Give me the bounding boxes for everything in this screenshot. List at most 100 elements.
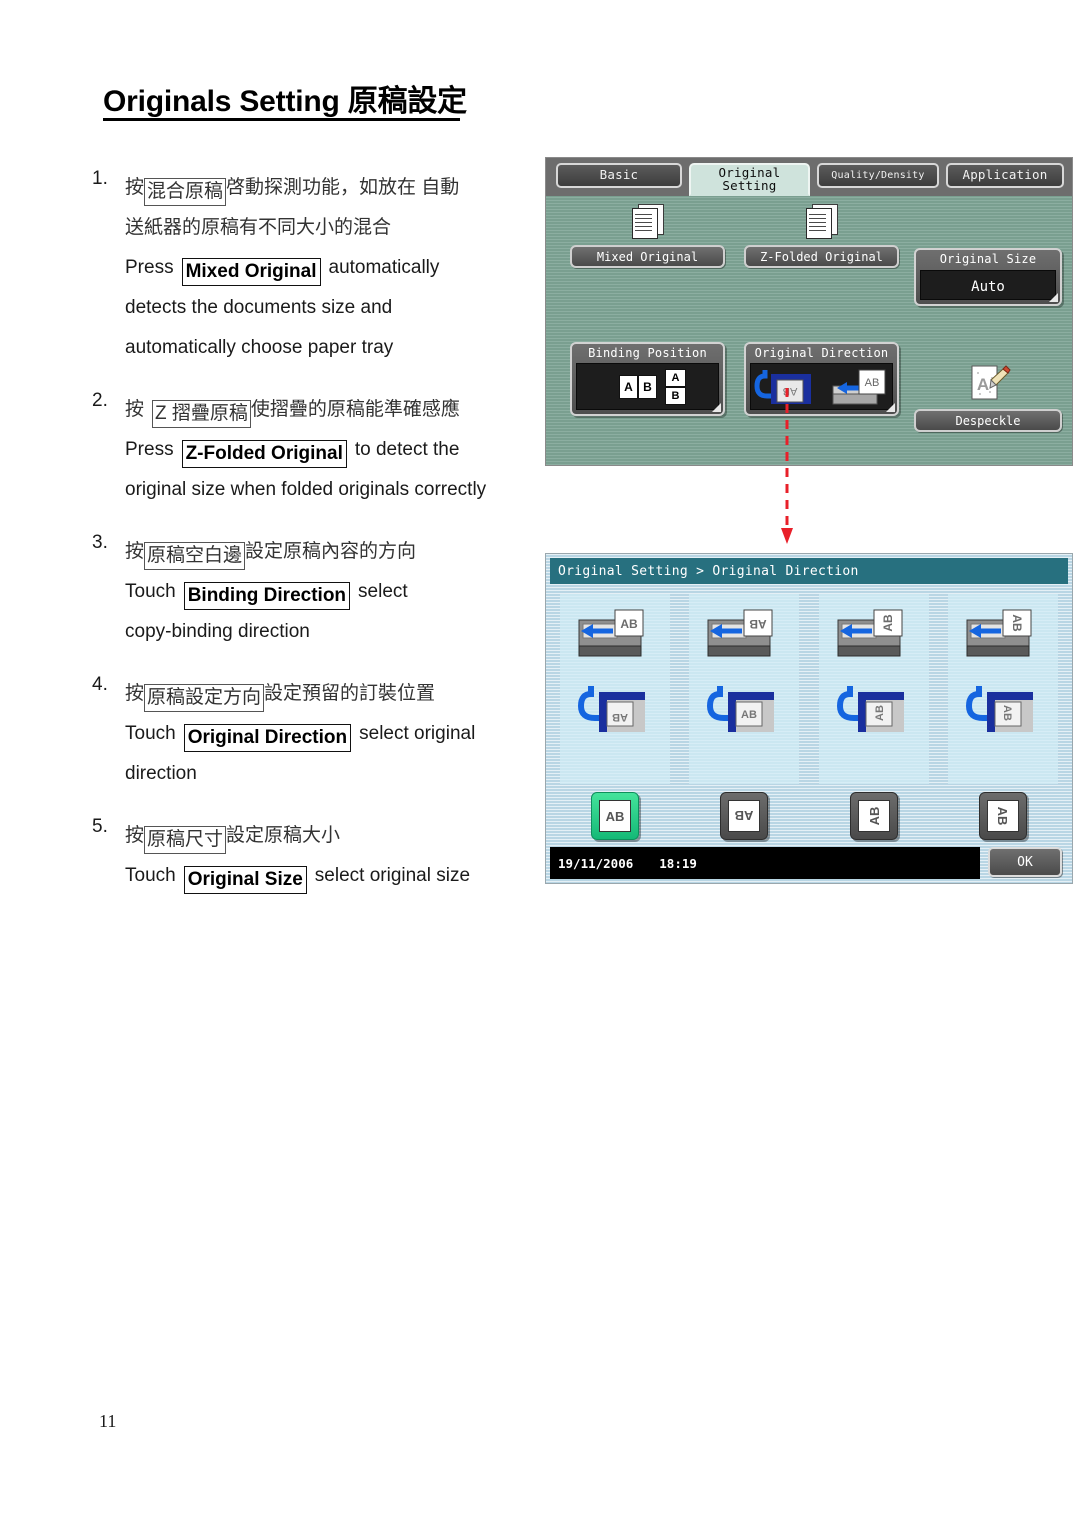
step-4: 4. 按原稿設定方向 設定預留的訂裝位置 Touch Original Direct…: [92, 674, 562, 794]
tab-basic[interactable]: Basic: [556, 163, 682, 188]
step-4-chinese-line-1: 按原稿設定方向 設定預留的訂裝位置: [125, 674, 562, 714]
step-3-en-suffix: select: [358, 581, 408, 602]
step-2-en-suffix: to detect the: [354, 439, 460, 460]
step-2-english-line-2: original size when folded originals corr…: [125, 479, 487, 500]
step-2-cn-button-name: Z 摺疊原稿: [152, 400, 251, 428]
status-time: 18:19: [659, 855, 697, 871]
corner-fold-icon: [1049, 293, 1058, 302]
direction-select-cell-1: AB: [560, 792, 670, 846]
platen-icon-4: AB: [965, 686, 1033, 732]
status-date: 19/11/2006: [558, 855, 634, 871]
direction-select-button-3[interactable]: AB: [849, 792, 898, 840]
step-5: 5. 按原稿尺寸 設定原稿大小 Touch Original Size select …: [92, 816, 562, 896]
original-size-panel[interactable]: Original Size Auto: [914, 248, 1062, 306]
step-4-en-prefix: Touch: [125, 723, 176, 744]
step-5-en-suffix: select original size: [314, 865, 471, 886]
step-4-number: 4.: [92, 674, 108, 695]
step-3-en-prefix: Touch: [125, 581, 176, 602]
step-3-cn-suffix: 設定原稿內容的方向: [245, 541, 417, 562]
direction-option-column-4[interactable]: AB AB: [947, 594, 1058, 784]
step-5-english-line-1: Touch Original Size select original size: [125, 856, 562, 896]
step-3: 3. 按原稿空白邊 設定原稿內容的方向 Touch Binding Directio…: [92, 532, 562, 652]
corner-fold-icon: [886, 403, 895, 412]
tab-application[interactable]: Application: [945, 163, 1064, 188]
direction-select-button-4[interactable]: AB: [978, 792, 1027, 840]
step-2-chinese-line-1: 按 Z 摺疊原稿 使摺疊的原稿能準確感應: [125, 390, 562, 430]
step-4-english-line-1: Touch Original Direction select original: [125, 714, 562, 754]
original-size-value-field: Auto: [920, 270, 1056, 300]
despeckle-button[interactable]: Despeckle: [914, 409, 1062, 432]
z-folded-original-button[interactable]: Z-Folded Original: [744, 245, 899, 268]
platen-icon-3: AB: [836, 686, 904, 732]
step-4-cn-prefix: 按: [125, 683, 145, 704]
corner-fold-icon: [712, 403, 721, 412]
svg-text:AB: AB: [612, 711, 628, 723]
binding-side-by-side-icon: A B: [619, 375, 657, 399]
platen-icon-2: AB: [707, 686, 775, 732]
direction-option-column-2[interactable]: AB AB: [689, 594, 800, 784]
binding-page-b: B: [638, 375, 657, 399]
svg-text:AB: AB: [741, 709, 757, 721]
despeckle-brush-icon: A: [971, 365, 1011, 400]
step-1-english-line-3: automatically choose paper tray: [125, 337, 394, 358]
binding-position-panel[interactable]: Binding Position A B A B: [570, 342, 725, 416]
step-3-chinese-line-1: 按原稿空白邊 設定原稿內容的方向: [125, 532, 562, 572]
binding-stacked-icon: A B: [665, 369, 686, 405]
step-5-en-prefix: Touch: [125, 865, 176, 886]
svg-text:AB: AB: [1010, 614, 1024, 632]
direction-selection-row: AB AB AB AB: [560, 792, 1058, 846]
step-1-chinese-line-1: 按混合原稿 啓動探測功能，如放在 自動: [125, 168, 562, 208]
original-direction-label: Original Direction: [754, 346, 889, 360]
tab-quality-density-line2: Density: [881, 169, 925, 181]
step-3-number: 3.: [92, 532, 108, 553]
original-direction-panel[interactable]: Original Direction AB AB: [744, 342, 899, 416]
feeder-icon-2: AB: [707, 609, 773, 657]
status-bar: 19/11/2006 18:19: [550, 847, 980, 879]
step-1-number: 1.: [92, 168, 108, 189]
step-4-english-line-2: direction: [125, 763, 197, 784]
direction-select-cell-4: AB: [948, 792, 1058, 846]
step-1-cn-prefix: 按: [125, 177, 145, 198]
mixed-original-button[interactable]: Mixed Original: [570, 245, 725, 268]
svg-text:A: A: [977, 375, 989, 394]
step-5-cn-suffix: 設定原稿大小: [226, 825, 341, 846]
page-title: Originals Setting 原稿設定: [103, 85, 467, 118]
mixed-original-document-icon: [632, 204, 664, 239]
step-3-en-button-name: Binding Direction: [183, 582, 351, 610]
svg-text:AB: AB: [749, 617, 767, 631]
step-1-english-line-2: detects the documents size and: [125, 297, 393, 318]
svg-text:AB: AB: [881, 614, 895, 632]
direction-option-column-1[interactable]: AB AB: [560, 594, 670, 784]
ok-button[interactable]: OK: [988, 847, 1062, 877]
feeder-icon-4: AB: [966, 609, 1032, 657]
direction-select-button-1[interactable]: AB: [591, 792, 639, 840]
direction-chip-2: AB: [728, 800, 761, 832]
step-2-cn-suffix: 使摺疊的原稿能準確感應: [250, 399, 460, 420]
original-setting-body: Mixed Original Z-Folded Original Origina…: [552, 198, 1066, 460]
step-1-cn-suffix: 啓動探測功能，如放在 自動: [226, 177, 460, 198]
title-underline: [103, 118, 460, 121]
step-1-en-suffix: automatically: [328, 257, 440, 278]
step-1-en-button-name: Mixed Original: [181, 258, 321, 286]
step-2-number: 2.: [92, 390, 108, 411]
platen-icon-1: AB: [577, 686, 645, 732]
step-5-number: 5.: [92, 816, 108, 837]
direction-option-grid: AB AB AB AB AB AB AB AB: [560, 594, 1058, 784]
feeder-icon-1: AB: [578, 609, 644, 657]
page-number: 11: [99, 1411, 117, 1431]
tab-quality-density[interactable]: Quality/ Density: [816, 163, 939, 188]
original-direction-screen: Original Setting > Original Direction AB: [545, 553, 1073, 884]
binding-page-a-top: A: [665, 369, 686, 387]
step-2-en-prefix: Press: [125, 439, 174, 460]
tab-original-setting[interactable]: Original Setting: [688, 163, 810, 196]
direction-option-column-3[interactable]: AB AB: [818, 594, 929, 784]
tab-quality-density-line1: Quality/: [831, 169, 882, 181]
direction-select-cell-2: AB: [689, 792, 799, 846]
connector-arrow: [781, 388, 793, 544]
direction-select-button-2[interactable]: AB: [720, 792, 769, 840]
binding-page-a: A: [619, 375, 638, 399]
step-3-english-line-2: copy-binding direction: [125, 621, 310, 642]
step-2-cn-prefix: 按: [125, 399, 145, 420]
direction-chip-3: AB: [857, 800, 890, 832]
svg-text:AB: AB: [1001, 705, 1013, 721]
